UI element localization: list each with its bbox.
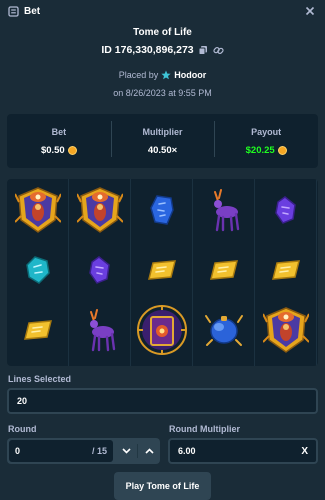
explorer-symbol-icon xyxy=(15,187,61,233)
gold-ingot-symbol xyxy=(135,243,189,297)
blue-gem-symbol-icon xyxy=(150,195,174,225)
play-game-button[interactable]: Play Tome of Life xyxy=(114,472,211,500)
explorer-symbol xyxy=(259,303,313,357)
tome-scatter-symbol xyxy=(135,303,189,357)
username[interactable]: Hodoor xyxy=(174,70,206,80)
bet-id-row: ID 176,330,896,273 xyxy=(0,42,325,58)
teal-gem-symbol-icon xyxy=(26,256,50,284)
bet-id: ID 176,330,896,273 xyxy=(101,44,194,56)
round-field: 0 / 15 xyxy=(7,438,160,464)
gold-ingot-symbol-icon xyxy=(272,260,300,280)
vip-star-icon xyxy=(161,70,171,80)
coin-icon xyxy=(67,145,77,155)
purple-gem-symbol-icon xyxy=(89,256,110,284)
round-decrement-button[interactable] xyxy=(115,438,137,464)
lines-selected-value: 20 xyxy=(17,396,28,406)
coin-icon xyxy=(277,145,287,155)
bet-label: Bet xyxy=(51,126,67,137)
round-total: / 15 xyxy=(91,446,107,456)
bet-stats: Bet $0.50 Multiplier 40.50× Payout $20.2… xyxy=(7,114,318,168)
bet-date: on 8/26/2023 at 9:55 PM xyxy=(113,88,212,98)
bet-value: $0.50 xyxy=(40,144,65,156)
round-label: Round xyxy=(8,424,37,434)
bet-stat: Bet $0.50 xyxy=(7,127,111,156)
round-multiplier-label: Round Multiplier xyxy=(169,424,240,434)
round-multiplier-input[interactable]: 6.00 X xyxy=(168,438,318,464)
lines-selected-label: Lines Selected xyxy=(8,374,72,384)
lines-selected-input[interactable]: 20 xyxy=(7,388,318,414)
modal-title: Bet xyxy=(24,5,41,17)
purple-deer-symbol xyxy=(73,303,127,357)
gold-ingot-symbol xyxy=(11,303,65,357)
gold-ingot-symbol xyxy=(259,243,313,297)
multiplier-stat: Multiplier 40.50× xyxy=(110,120,215,157)
close-button[interactable] xyxy=(303,4,317,18)
purple-gem-symbol-icon xyxy=(275,196,296,224)
gold-ingot-symbol-icon xyxy=(210,260,238,280)
blue-scarab-symbol-icon xyxy=(205,315,243,346)
payout-stat: Payout $20.25 xyxy=(214,120,318,157)
purple-deer-symbol xyxy=(197,183,251,237)
modal-header: Bet xyxy=(0,0,325,22)
payout-value: $20.25 xyxy=(245,144,275,156)
copy-button[interactable] xyxy=(198,45,209,56)
round-input[interactable]: 0 / 15 xyxy=(9,440,113,462)
link-button[interactable] xyxy=(213,45,224,56)
round-increment-button[interactable] xyxy=(138,438,160,464)
gold-ingot-symbol-icon xyxy=(148,260,176,280)
gold-ingot-symbol xyxy=(197,243,251,297)
clear-multiplier-button[interactable]: X xyxy=(301,446,308,457)
bet-slip-icon xyxy=(8,5,19,17)
link-icon xyxy=(213,46,224,54)
blue-scarab-symbol xyxy=(197,303,251,357)
purple-gem-symbol xyxy=(73,243,127,297)
blue-gem-symbol xyxy=(135,183,189,237)
tome-scatter-symbol-icon xyxy=(137,305,187,355)
game-name[interactable]: Tome of Life xyxy=(0,26,325,40)
round-value: 0 xyxy=(15,446,21,456)
explorer-symbol xyxy=(73,183,127,237)
purple-deer-symbol-icon xyxy=(90,309,116,352)
explorer-symbol xyxy=(11,183,65,237)
purple-deer-symbol-icon xyxy=(214,189,240,232)
chevron-up-icon xyxy=(144,448,154,454)
round-multiplier-value: 6.00 xyxy=(178,446,196,456)
payout-label: Payout xyxy=(251,126,282,137)
copy-icon xyxy=(198,46,208,55)
multiplier-label: Multiplier xyxy=(142,126,183,137)
purple-gem-symbol xyxy=(259,183,313,237)
bet-info: Tome of Life ID 176,330,896,273 Placed b… xyxy=(0,26,325,100)
slot-board xyxy=(7,179,318,366)
multiplier-value: 40.50× xyxy=(147,144,178,156)
explorer-symbol-icon xyxy=(263,307,309,353)
gold-ingot-symbol-icon xyxy=(24,320,52,340)
explorer-symbol-icon xyxy=(77,187,123,233)
close-icon xyxy=(305,6,315,16)
chevron-down-icon xyxy=(121,448,131,454)
placed-by-label: Placed by xyxy=(118,70,159,80)
placed-by-row: Placed by Hodoor xyxy=(0,69,325,81)
teal-gem-symbol xyxy=(11,243,65,297)
